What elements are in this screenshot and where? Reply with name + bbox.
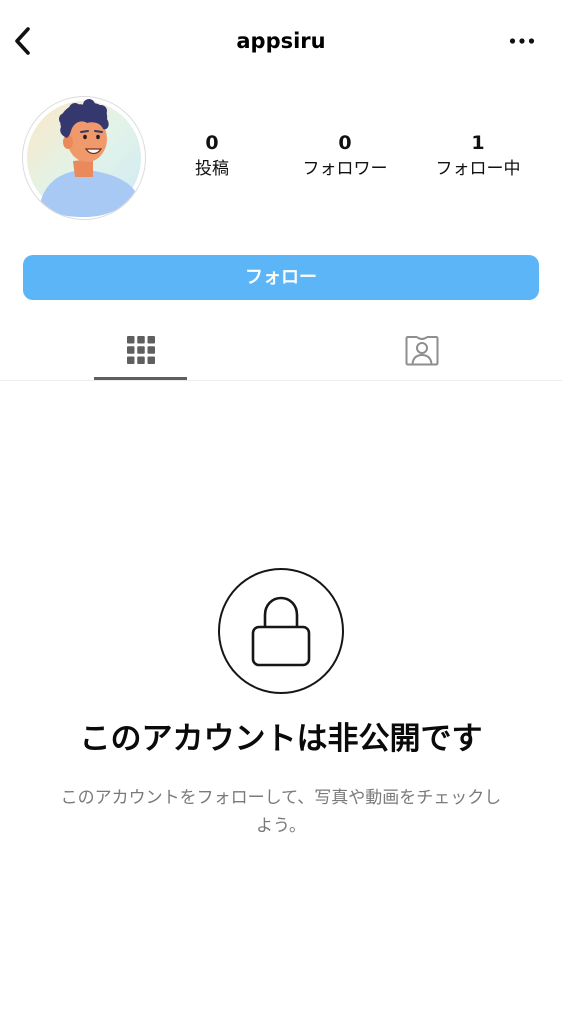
follow-button[interactable]: フォロー xyxy=(23,255,539,300)
posts-stat[interactable]: 0 投稿 xyxy=(147,130,277,190)
tabs-divider xyxy=(0,380,562,381)
following-stat[interactable]: 1 フォロー中 xyxy=(413,130,543,190)
private-account-description: このアカウントをフォローして、写真や動画をチェックしよう。 xyxy=(60,788,502,836)
user-avatar-illustration xyxy=(27,99,141,217)
lock-icon xyxy=(251,596,311,667)
lock-badge xyxy=(218,568,344,694)
posts-count: 0 xyxy=(205,132,219,154)
private-account-title: このアカウントは非公開です xyxy=(79,721,483,757)
more-options-button[interactable] xyxy=(500,26,544,56)
username-title: appsiru xyxy=(236,29,326,53)
more-horizontal-icon xyxy=(509,38,535,44)
avatar[interactable] xyxy=(22,96,146,220)
posts-label: 投稿 xyxy=(195,159,229,179)
grid-icon xyxy=(126,336,155,364)
chevron-left-icon xyxy=(15,27,30,55)
following-label: フォロー中 xyxy=(435,159,521,179)
tab-posts-grid[interactable] xyxy=(94,320,187,380)
followers-stat[interactable]: 0 フォロワー xyxy=(280,130,410,190)
followers-count: 0 xyxy=(338,132,352,154)
tagged-person-icon xyxy=(405,336,438,366)
back-button[interactable] xyxy=(6,22,40,60)
profile-header: appsiru xyxy=(0,0,562,80)
followers-label: フォロワー xyxy=(302,159,388,179)
tab-tagged[interactable] xyxy=(375,320,468,380)
following-count: 1 xyxy=(471,132,485,154)
